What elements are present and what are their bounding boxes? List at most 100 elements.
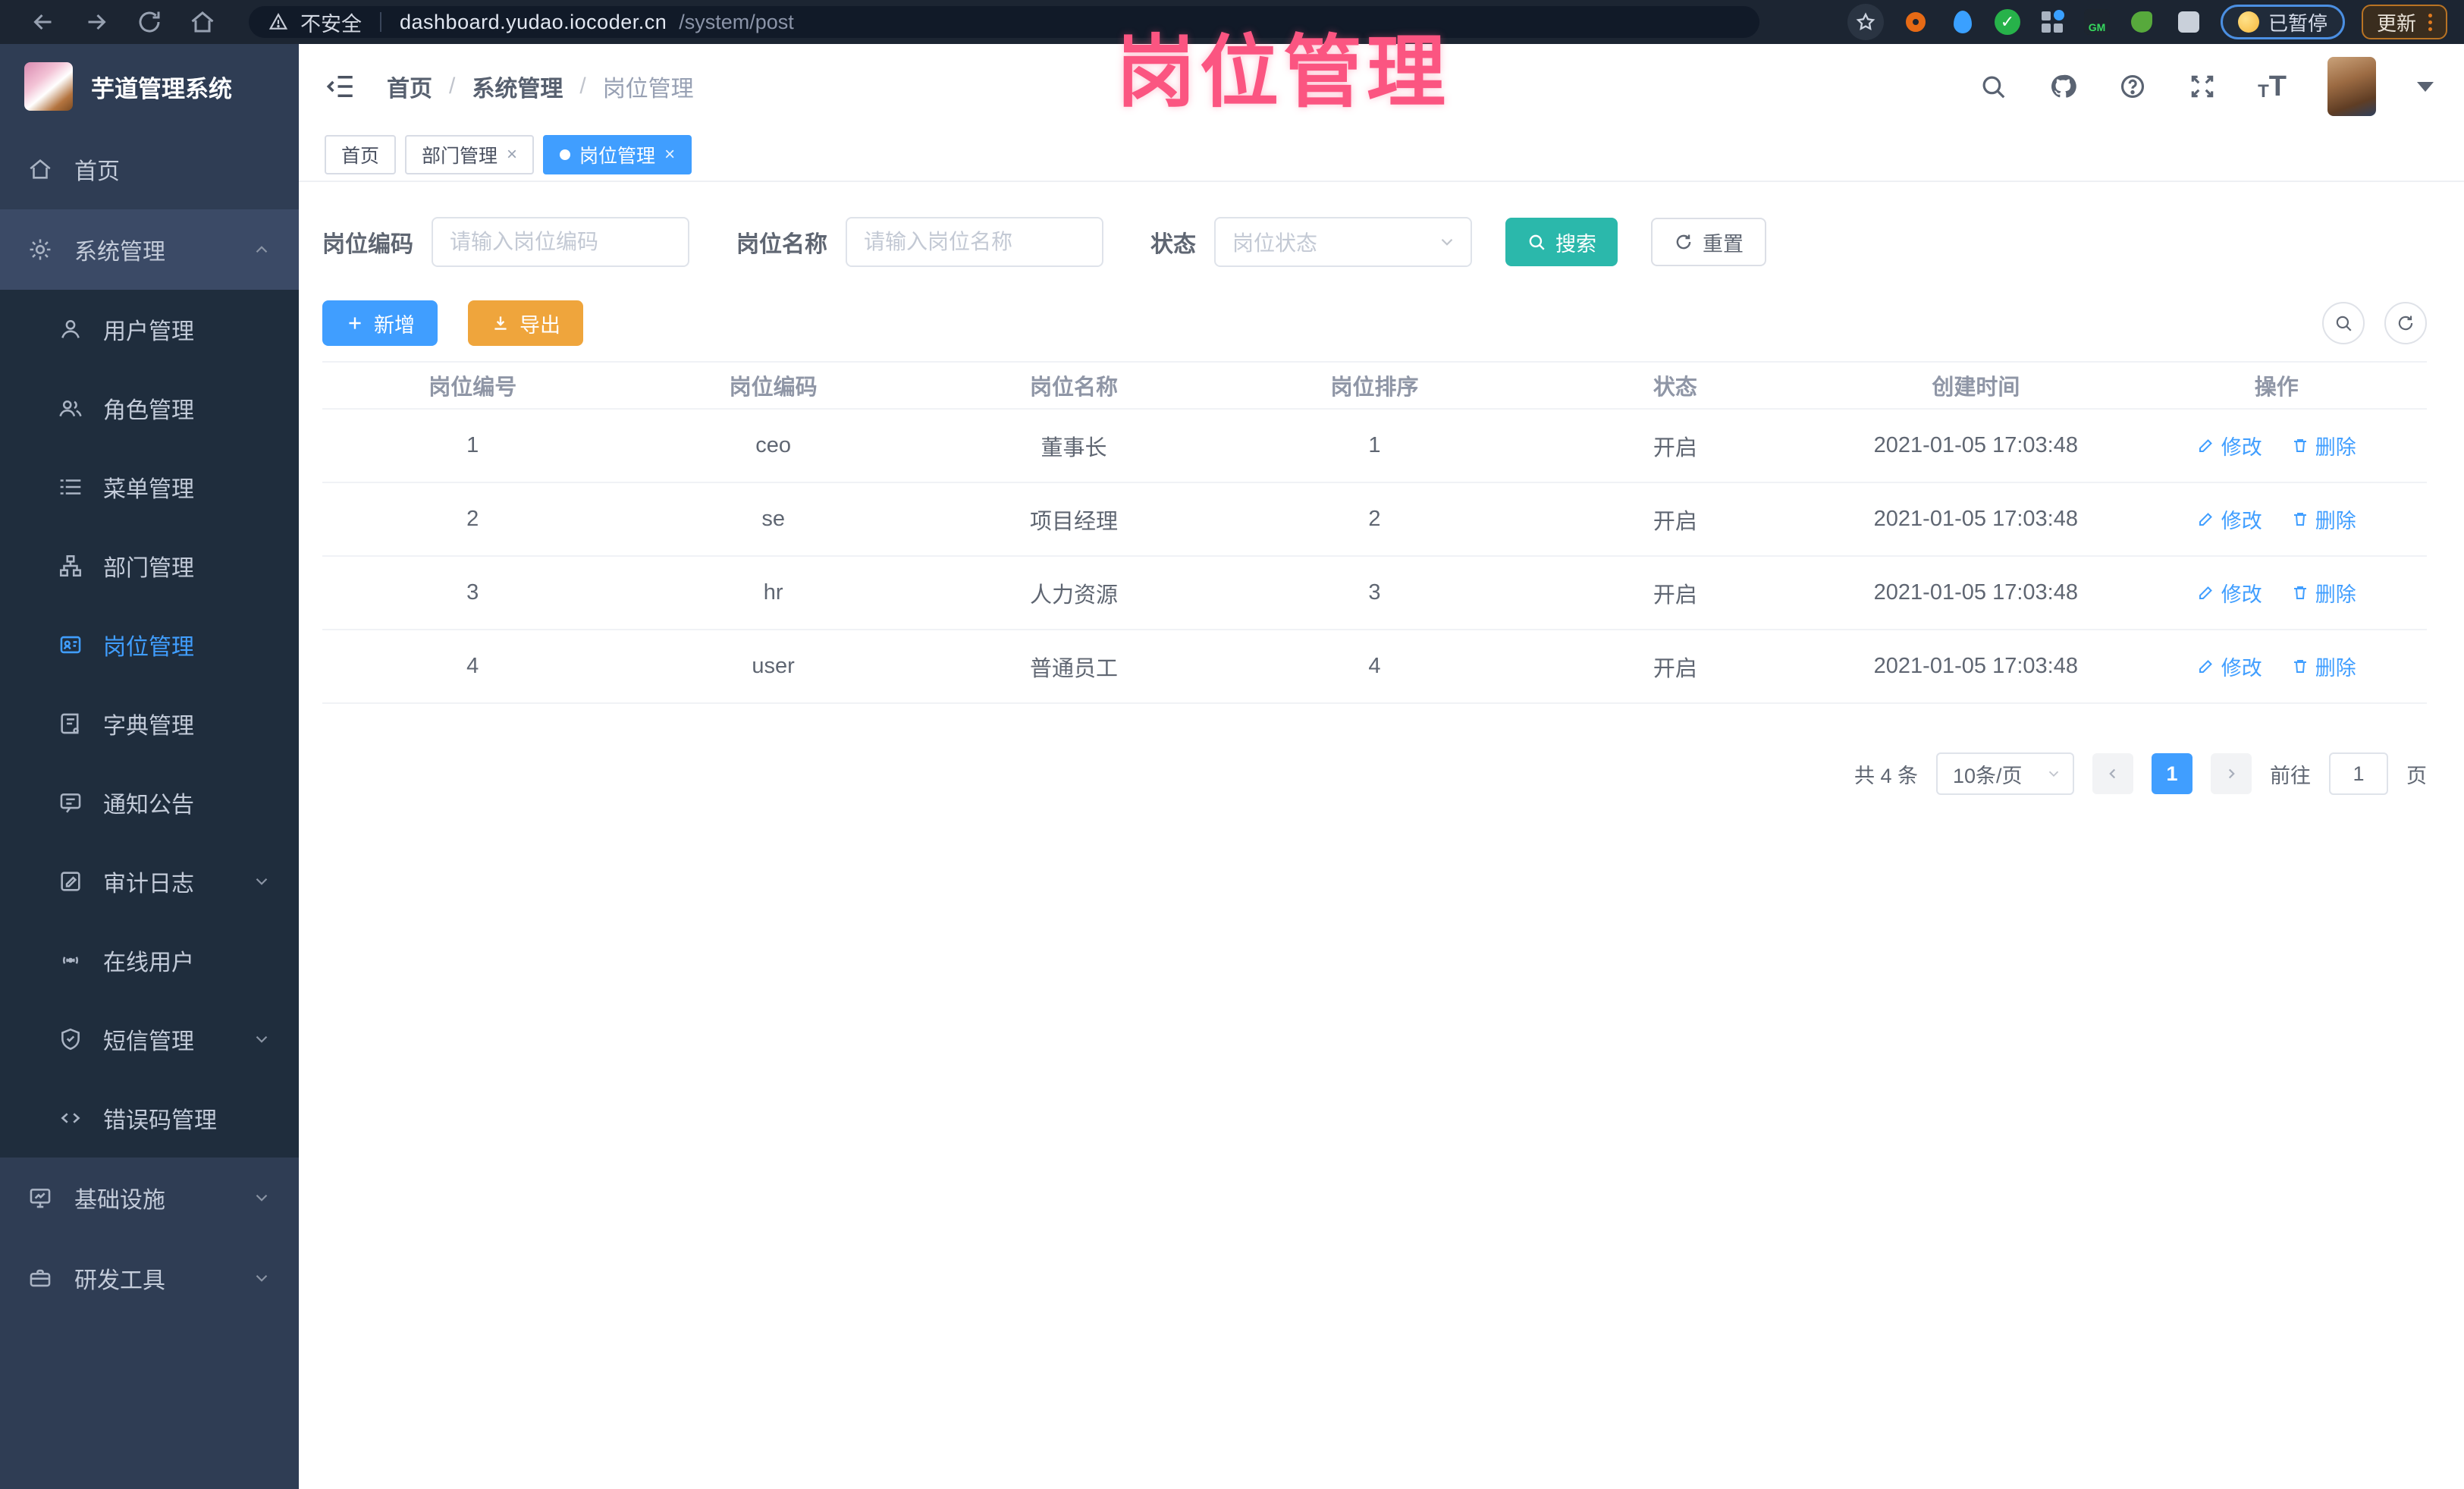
security-label[interactable]: 不安全 xyxy=(300,8,362,37)
sidebar: 芋道管理系统 首页 系统管理 用户管理 角色管理 菜单管理 部门管理 岗位管理 … xyxy=(0,44,299,1489)
cell-post-id: 4 xyxy=(322,630,623,704)
github-icon[interactable] xyxy=(2048,72,2077,101)
sidebar-item-label: 审计日志 xyxy=(103,872,194,897)
caret-down-icon[interactable] xyxy=(2417,81,2434,92)
green-leaf-extension-icon[interactable] xyxy=(2127,7,2157,37)
sidebar-item-label: 岗位管理 xyxy=(103,635,194,660)
fullscreen-icon[interactable] xyxy=(2188,72,2217,101)
url-host[interactable]: dashboard.yudao.iocoder.cn xyxy=(400,11,667,34)
help-icon[interactable] xyxy=(2118,72,2147,101)
sidebar-item-users[interactable]: 用户管理 xyxy=(0,290,299,369)
search-button[interactable]: 搜索 xyxy=(1505,218,1618,266)
breadcrumb-home[interactable]: 首页 xyxy=(387,70,432,103)
tab-close-icon[interactable]: × xyxy=(507,144,517,165)
update-button[interactable]: 更新 xyxy=(2361,5,2447,39)
prev-page-button[interactable] xyxy=(2092,753,2133,794)
sidebar-collapse-icon[interactable] xyxy=(325,71,356,102)
page-size-select[interactable]: 10条/页 xyxy=(1936,752,2074,795)
gray-extension-icon[interactable] xyxy=(2174,7,2204,37)
sidebar-item-label: 通知公告 xyxy=(103,793,194,818)
add-button[interactable]: 新增 xyxy=(322,300,438,346)
trash-icon xyxy=(2293,660,2306,674)
trash-icon xyxy=(2293,586,2306,600)
home-nav-icon[interactable] xyxy=(189,8,216,36)
breadcrumb: 首页 / 系统管理 / 岗位管理 xyxy=(387,70,694,103)
edit-link[interactable]: 修改 xyxy=(2197,652,2262,681)
app-shell: 芋道管理系统 首页 系统管理 用户管理 角色管理 菜单管理 部门管理 岗位管理 … xyxy=(0,44,2464,1489)
column-header: 岗位编码 xyxy=(623,361,924,410)
search-toggle-button[interactable] xyxy=(2322,302,2365,344)
sidebar-item-label: 基础设施 xyxy=(74,1188,165,1213)
sidebar-item-notice[interactable]: 通知公告 xyxy=(0,763,299,842)
gear-icon xyxy=(30,239,51,260)
edit-link[interactable]: 修改 xyxy=(2197,578,2262,608)
page-number-button[interactable]: 1 xyxy=(2152,753,2192,794)
sidebar-item-label: 字典管理 xyxy=(103,714,194,739)
reload-icon[interactable] xyxy=(136,8,163,36)
grid-extension-icon[interactable] xyxy=(2037,7,2067,37)
green-check-extension-icon[interactable]: ✓ xyxy=(1994,9,2020,35)
posts-table: 岗位编号 岗位编码 岗位名称 岗位排序 状态 创建时间 操作 1 ceo 董事长… xyxy=(322,361,2427,704)
bookmark-star-icon[interactable] xyxy=(1847,4,1884,40)
post-name-input[interactable] xyxy=(846,217,1103,267)
delete-link[interactable]: 删除 xyxy=(2291,504,2356,534)
refresh-table-button[interactable] xyxy=(2384,302,2427,344)
tab-close-icon[interactable]: × xyxy=(664,144,675,165)
sidebar-item-sms[interactable]: 短信管理 xyxy=(0,1000,299,1079)
chevron-down-icon xyxy=(256,1035,268,1043)
sidebar-item-online-users[interactable]: 在线用户 xyxy=(0,921,299,1000)
delete-link[interactable]: 删除 xyxy=(2291,652,2356,681)
paused-badge[interactable]: 已暂停 xyxy=(2220,5,2345,39)
browser-menu-dots-icon[interactable] xyxy=(2428,13,2432,31)
delete-link[interactable]: 删除 xyxy=(2291,431,2356,460)
cell-post-name: 董事长 xyxy=(923,409,1225,483)
column-header: 创建时间 xyxy=(1825,361,2127,410)
sidebar-item-audit-log[interactable]: 审计日志 xyxy=(0,842,299,921)
breadcrumb-system[interactable]: 系统管理 xyxy=(472,70,563,103)
blue-pin-extension-icon[interactable] xyxy=(1948,7,1978,37)
edit-link[interactable]: 修改 xyxy=(2197,504,2262,534)
status-select[interactable]: 岗位状态 xyxy=(1214,217,1472,267)
tab-posts[interactable]: 岗位管理 × xyxy=(543,135,692,174)
export-button[interactable]: 导出 xyxy=(468,300,583,346)
reset-button[interactable]: 重置 xyxy=(1651,218,1766,266)
sidebar-item-system[interactable]: 系统管理 xyxy=(0,209,299,290)
column-header: 岗位编号 xyxy=(322,361,623,410)
sidebar-item-menus[interactable]: 菜单管理 xyxy=(0,448,299,526)
sidebar-item-roles[interactable]: 角色管理 xyxy=(0,369,299,448)
back-arrow-icon[interactable] xyxy=(30,8,57,36)
tab-home[interactable]: 首页 xyxy=(325,135,397,174)
user-icon xyxy=(61,319,80,338)
sidebar-logo[interactable]: 芋道管理系统 xyxy=(0,44,299,129)
gm-extension-icon[interactable]: GM xyxy=(2083,9,2110,35)
column-header: 岗位排序 xyxy=(1224,361,1525,410)
orange-donut-extension-icon[interactable] xyxy=(1901,7,1931,37)
sidebar-item-departments[interactable]: 部门管理 xyxy=(0,526,299,605)
cell-created-time: 2021-01-05 17:03:48 xyxy=(1825,556,2127,630)
sidebar-item-home[interactable]: 首页 xyxy=(0,129,299,209)
sidebar-item-dict[interactable]: 字典管理 xyxy=(0,684,299,763)
cell-actions: 修改 删除 xyxy=(2126,482,2427,557)
avatar[interactable] xyxy=(2327,57,2376,116)
sidebar-item-posts[interactable]: 岗位管理 xyxy=(0,605,299,684)
code-icon xyxy=(61,1113,80,1123)
sidebar-item-label: 首页 xyxy=(74,159,120,184)
delete-link[interactable]: 删除 xyxy=(2291,578,2356,608)
post-code-label: 岗位编码 xyxy=(322,232,413,257)
forward-arrow-icon[interactable] xyxy=(83,8,110,36)
url-path[interactable]: /system/post xyxy=(679,11,794,34)
browser-extensions: ✓ GM 已暂停 更新 xyxy=(1847,4,2447,40)
sidebar-item-infrastructure[interactable]: 基础设施 xyxy=(0,1158,299,1238)
address-bar[interactable]: 不安全 dashboard.yudao.iocoder.cn /system/p… xyxy=(249,6,1759,38)
search-icon[interactable] xyxy=(1979,72,2007,101)
font-size-icon[interactable]: TT xyxy=(2258,72,2287,101)
edit-link[interactable]: 修改 xyxy=(2197,431,2262,460)
tags-view-bar: 首页 部门管理 × 岗位管理 × xyxy=(299,129,2464,182)
goto-page-input[interactable] xyxy=(2329,752,2388,795)
pencil-icon xyxy=(2199,439,2212,453)
next-page-button[interactable] xyxy=(2211,753,2252,794)
sidebar-item-dev-tools[interactable]: 研发工具 xyxy=(0,1238,299,1318)
tab-departments[interactable]: 部门管理 × xyxy=(405,135,535,174)
sidebar-item-error-codes[interactable]: 错误码管理 xyxy=(0,1079,299,1158)
post-code-input[interactable] xyxy=(432,217,689,267)
